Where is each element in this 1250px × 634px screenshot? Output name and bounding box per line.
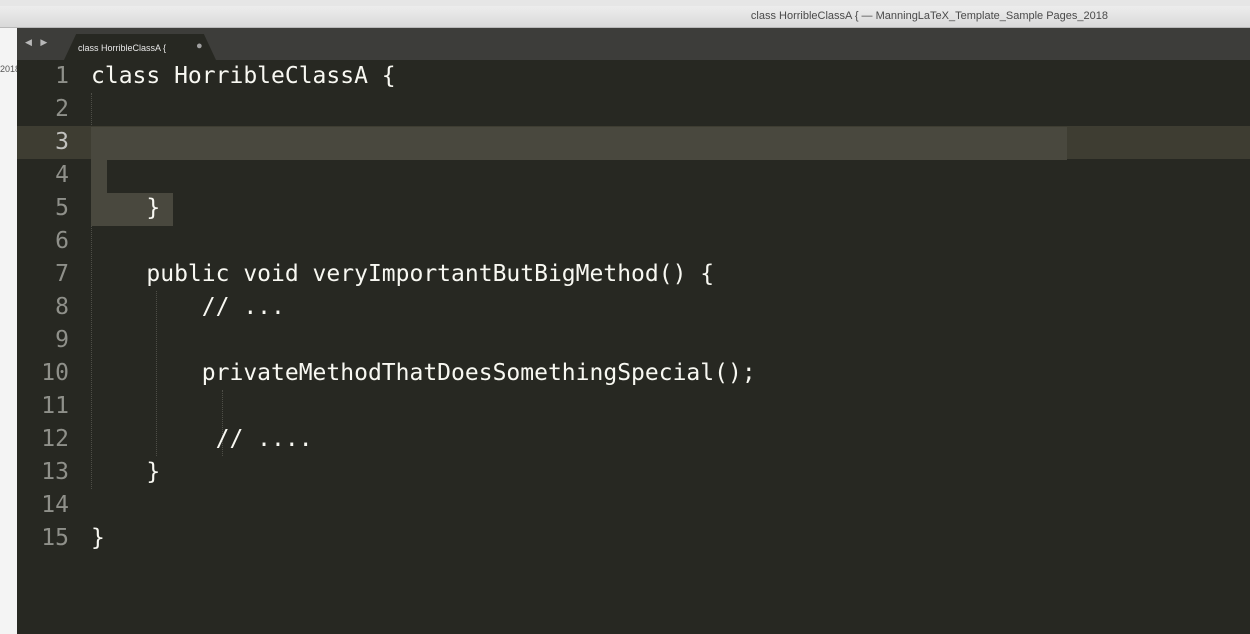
code-line[interactable]: 4: [17, 159, 1250, 192]
code-text[interactable]: privateMethodThatDoesSomethingSpecial();: [91, 357, 756, 390]
line-number: 4: [55, 162, 69, 188]
line-number: 11: [41, 393, 69, 419]
title-bar: class HorribleClassA { — ManningLaTeX_Te…: [0, 6, 1250, 28]
line-number: 5: [55, 195, 69, 221]
line-number: 7: [55, 261, 69, 287]
code-text[interactable]: }: [91, 522, 105, 555]
code-line[interactable]: 6: [17, 225, 1250, 258]
code-line[interactable]: 13 }: [17, 456, 1250, 489]
code-line[interactable]: 15}: [17, 522, 1250, 555]
line-number: 6: [55, 228, 69, 254]
line-number: 2: [55, 96, 69, 122]
window-title: class HorribleClassA { — ManningLaTeX_Te…: [750, 10, 1108, 22]
tab-horrible-class-a[interactable]: class HorribleClassA { ●: [64, 34, 216, 60]
code-line[interactable]: 5 }: [17, 192, 1250, 225]
line-number: 12: [41, 426, 69, 452]
tab-bar: ◀ ▶ class HorribleClassA { ●: [17, 28, 1250, 60]
line-number: 13: [41, 459, 69, 485]
line-number: 3: [55, 129, 69, 155]
sidebar-edge: 2018: [0, 28, 17, 634]
code-text[interactable]: }: [91, 192, 160, 225]
code-line[interactable]: 2: [17, 93, 1250, 126]
selection-line-4: [91, 160, 107, 193]
unsaved-dot-icon[interactable]: ●: [196, 40, 203, 52]
line-number: 15: [41, 525, 69, 551]
line-number: 9: [55, 327, 69, 353]
code-line[interactable]: 8 // ...: [17, 291, 1250, 324]
line-number: 1: [55, 63, 69, 89]
code-line[interactable]: 7 public void veryImportantButBigMethod(…: [17, 258, 1250, 291]
code-text[interactable]: // ....: [91, 423, 313, 456]
code-editor[interactable]: 1class HorribleClassA {23 private void p…: [17, 60, 1250, 634]
code-text[interactable]: }: [91, 456, 160, 489]
sidebar-fragment-text: 2018: [0, 64, 17, 74]
code-line[interactable]: 11: [17, 390, 1250, 423]
code-line[interactable]: 1 class HorribleClassA {: [17, 60, 1250, 93]
code-line[interactable]: 10 privateMethodThatDoesSomethingSpecial…: [17, 357, 1250, 390]
code-text[interactable]: public void veryImportantButBigMethod() …: [91, 258, 714, 291]
code-text[interactable]: class HorribleClassA {: [91, 60, 396, 93]
code-text[interactable]: // ...: [91, 291, 285, 324]
tab-label: class HorribleClassA {: [78, 43, 167, 53]
code-line[interactable]: 9: [17, 324, 1250, 357]
code-line[interactable]: 14: [17, 489, 1250, 522]
code-line[interactable]: 12 // ....: [17, 423, 1250, 456]
line-number: 8: [55, 294, 69, 320]
line-number: 10: [41, 360, 69, 386]
nav-arrows-icon[interactable]: ◀ ▶: [25, 37, 50, 48]
selection-line-3: [91, 127, 1067, 160]
line-number: 14: [41, 492, 69, 518]
